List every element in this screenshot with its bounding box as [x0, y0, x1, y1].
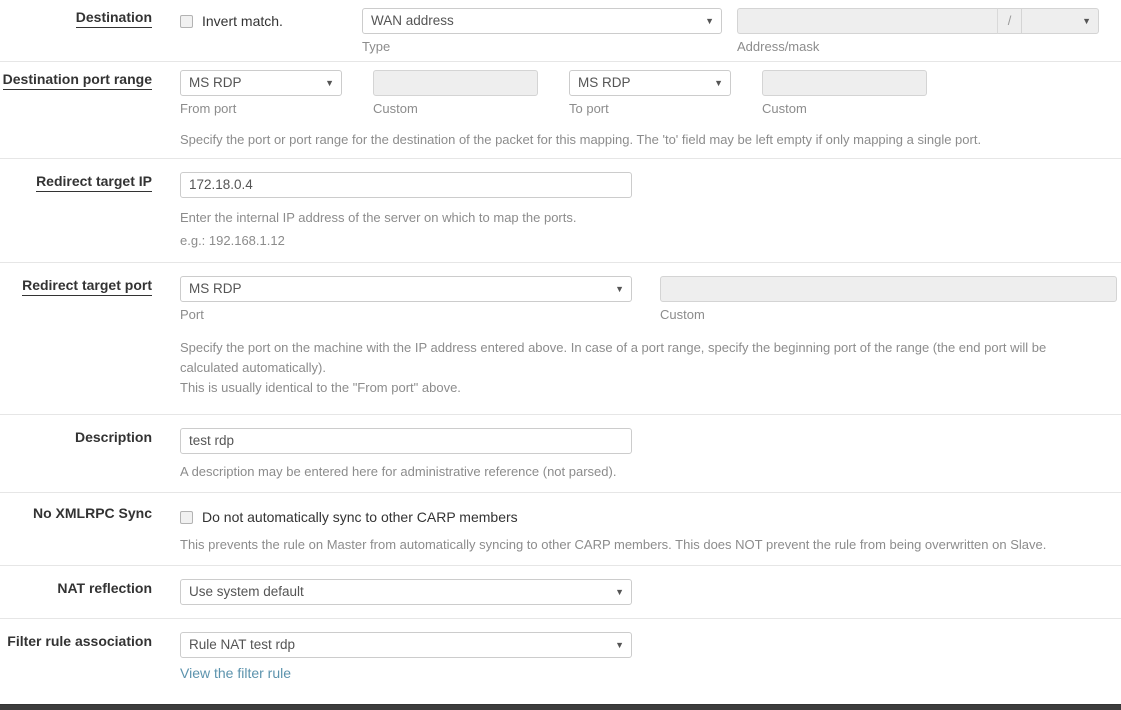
destination-controls: Invert match. WAN address ▼ Type / ▼ Add…	[160, 0, 1121, 61]
destination-port-range-label: Destination port range	[2, 71, 152, 90]
chevron-down-icon: ▼	[615, 284, 624, 294]
redirect-target-ip-controls: 172.18.0.4 Enter the internal IP address…	[160, 159, 1121, 262]
to-custom-input[interactable]	[762, 70, 927, 96]
description-label: Description	[74, 429, 152, 445]
description-help: A description may be entered here for ad…	[180, 464, 617, 479]
redirect-target-port-label-cell: Redirect target port	[0, 263, 160, 296]
view-filter-rule-link[interactable]: View the filter rule	[180, 664, 291, 682]
redirect-target-ip-label: Redirect target IP	[36, 173, 152, 192]
invert-match-checkbox-row[interactable]: Invert match.	[180, 8, 362, 34]
to-custom-caption: Custom	[762, 101, 807, 116]
from-port-select[interactable]: MS RDP ▼	[180, 70, 342, 96]
form-row-description: Description test rdp A description may b…	[0, 414, 1121, 492]
redirect-target-port-caption: Port	[180, 307, 204, 322]
redirect-custom-block: Custom	[660, 276, 1121, 323]
destination-port-range-label-cell: Destination port range	[0, 62, 160, 90]
nat-reflection-select[interactable]: Use system default ▼	[180, 579, 632, 605]
form-row-destination-port-range: Destination port range MS RDP ▼ From por…	[0, 61, 1121, 158]
redirect-port-block: MS RDP ▼ Port	[180, 276, 660, 323]
redirect-target-ip-help-line-2: e.g.: 192.168.1.12	[180, 233, 285, 248]
description-controls: test rdp A description may be entered he…	[160, 415, 1121, 492]
filter-rule-association-select[interactable]: Rule NAT test rdp ▼	[180, 632, 632, 658]
no-xmlrpc-sync-controls: Do not automatically sync to other CARP …	[160, 493, 1121, 565]
redirect-target-port-controls: MS RDP ▼ Port Custom Specify the port on…	[160, 263, 1121, 414]
to-port-value: MS RDP	[578, 75, 631, 90]
to-port-select[interactable]: MS RDP ▼	[569, 70, 731, 96]
form-row-filter-rule-association: Filter rule association Rule NAT test rd…	[0, 618, 1121, 694]
no-xmlrpc-sync-label: No XMLRPC Sync	[32, 505, 152, 521]
filter-rule-association-controls: Rule NAT test rdp ▼ View the filter rule	[160, 619, 1121, 694]
form-row-no-xmlrpc-sync: No XMLRPC Sync Do not automatically sync…	[0, 492, 1121, 565]
no-xmlrpc-sync-help: This prevents the rule on Master from au…	[180, 537, 1047, 552]
no-xmlrpc-sync-checkbox-label: Do not automatically sync to other CARP …	[202, 508, 518, 525]
nat-reflection-controls: Use system default ▼	[160, 566, 1121, 618]
destination-type-select[interactable]: WAN address ▼	[362, 8, 722, 34]
destination-type-block: WAN address ▼ Type	[362, 8, 737, 55]
redirect-target-ip-input[interactable]: 172.18.0.4	[180, 172, 632, 198]
redirect-target-port-help-line-2: calculated automatically).	[180, 360, 326, 375]
from-port-caption: From port	[180, 101, 237, 116]
no-xmlrpc-sync-label-cell: No XMLRPC Sync	[0, 493, 160, 522]
from-custom-input[interactable]	[373, 70, 538, 96]
filter-rule-association-label-cell: Filter rule association	[0, 619, 160, 650]
from-port-block: MS RDP ▼ From port	[180, 70, 373, 117]
redirect-target-port-label: Redirect target port	[22, 277, 152, 296]
invert-match-label: Invert match.	[202, 12, 283, 29]
nat-port-forward-edit-page: Destination Invert match. WAN address ▼ …	[0, 0, 1121, 710]
panel-gap	[0, 694, 1121, 704]
no-xmlrpc-sync-checkbox-row[interactable]: Do not automatically sync to other CARP …	[180, 504, 1121, 530]
redirect-target-port-value: MS RDP	[189, 281, 242, 296]
to-port-block: MS RDP ▼ To port	[569, 70, 762, 117]
nat-reflection-label-cell: NAT reflection	[0, 566, 160, 597]
destination-address-input-group: / ▼	[737, 8, 1099, 34]
destination-address-input[interactable]	[737, 8, 997, 34]
destination-mask-select[interactable]: ▼	[1021, 8, 1099, 34]
chevron-down-icon: ▼	[705, 16, 714, 26]
chevron-down-icon: ▼	[714, 78, 723, 88]
destination-label-cell: Destination	[0, 0, 160, 28]
destination-address-block: / ▼ Address/mask	[737, 8, 1107, 55]
description-input[interactable]: test rdp	[180, 428, 632, 454]
chevron-down-icon: ▼	[1082, 16, 1091, 26]
destination-address-caption: Address/mask	[737, 39, 820, 54]
destination-label: Destination	[75, 9, 152, 28]
invert-match-checkbox[interactable]	[180, 14, 193, 28]
redirect-custom-input[interactable]	[660, 276, 1117, 302]
nat-reflection-label: NAT reflection	[57, 580, 152, 596]
rule-information-heading: Rule Information	[0, 704, 1121, 710]
no-xmlrpc-sync-checkbox[interactable]	[180, 510, 193, 524]
destination-port-range-controls: MS RDP ▼ From port Custom MS RDP ▼ To po…	[160, 62, 1121, 158]
form-row-redirect-target-ip: Redirect target IP 172.18.0.4 Enter the …	[0, 158, 1121, 262]
filter-rule-association-value: Rule NAT test rdp	[189, 637, 296, 652]
chevron-down-icon: ▼	[615, 640, 624, 650]
from-custom-block: Custom	[373, 70, 569, 117]
redirect-target-port-select[interactable]: MS RDP ▼	[180, 276, 632, 302]
redirect-target-port-help-line-3: This is usually identical to the "From p…	[180, 380, 461, 395]
description-label-cell: Description	[0, 415, 160, 446]
to-port-caption: To port	[569, 101, 609, 116]
redirect-target-ip-help-line-1: Enter the internal IP address of the ser…	[180, 210, 577, 225]
redirect-custom-caption: Custom	[660, 307, 705, 322]
chevron-down-icon: ▼	[615, 587, 624, 597]
filter-rule-association-label: Filter rule association	[7, 633, 152, 649]
from-custom-caption: Custom	[373, 101, 418, 116]
nat-reflection-value: Use system default	[189, 584, 304, 599]
invert-match-block: Invert match.	[180, 8, 362, 34]
redirect-target-port-help-line-1: Specify the port on the machine with the…	[180, 340, 1047, 355]
from-port-value: MS RDP	[189, 75, 242, 90]
chevron-down-icon: ▼	[325, 78, 334, 88]
destination-port-range-help: Specify the port or port range for the d…	[180, 132, 982, 147]
redirect-target-ip-label-cell: Redirect target IP	[0, 159, 160, 192]
form-row-redirect-target-port: Redirect target port MS RDP ▼ Port Custo…	[0, 262, 1121, 414]
destination-type-value: WAN address	[371, 13, 454, 28]
to-custom-block: Custom	[762, 70, 958, 117]
form-row-nat-reflection: NAT reflection Use system default ▼	[0, 565, 1121, 618]
address-mask-separator: /	[997, 8, 1021, 34]
form-row-destination: Destination Invert match. WAN address ▼ …	[0, 0, 1121, 61]
destination-type-caption: Type	[362, 39, 391, 54]
